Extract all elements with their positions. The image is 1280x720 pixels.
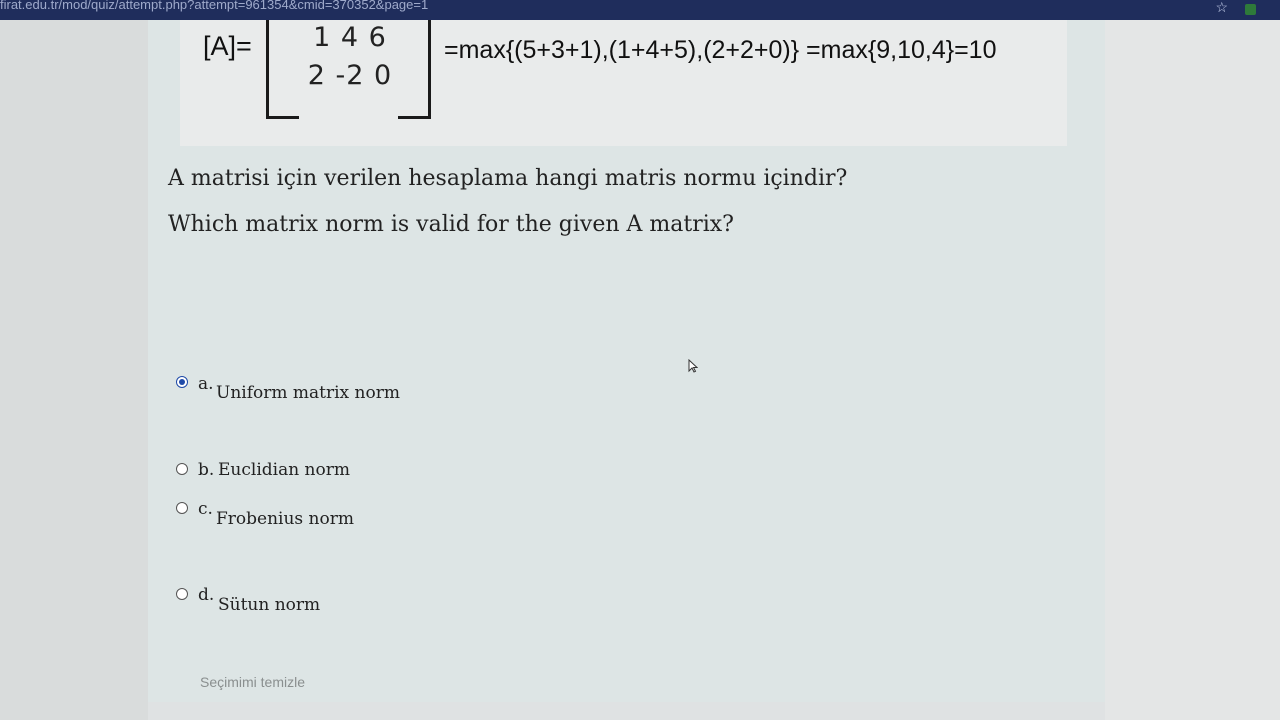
radio-selected-dot bbox=[179, 379, 185, 385]
answer-option-c[interactable]: c. Frobenius norm bbox=[176, 499, 576, 529]
page-right-margin bbox=[1105, 20, 1280, 720]
answer-letter: a. bbox=[198, 374, 214, 394]
page-left-margin bbox=[0, 20, 148, 720]
answer-option-a[interactable]: a. Uniform matrix norm bbox=[176, 374, 576, 404]
url-text[interactable]: firat.edu.tr/mod/quiz/attempt.php?attemp… bbox=[0, 0, 428, 12]
question-text-english: Which matrix norm is valid for the given… bbox=[168, 212, 734, 237]
answer-option-d[interactable]: d. Sütun norm bbox=[176, 585, 576, 615]
radio-button-c[interactable] bbox=[176, 502, 188, 514]
radio-button-b[interactable] bbox=[176, 463, 188, 475]
answer-label[interactable]: Uniform matrix norm bbox=[216, 383, 400, 403]
matrix-row: 1 4 6 bbox=[313, 22, 387, 53]
clear-choice-link[interactable]: Seçimimi temizle bbox=[200, 674, 305, 690]
star-icon[interactable]: ☆ bbox=[1215, 0, 1228, 16]
formula-expression: =max{(5+3+1),(1+4+5),(2+2+0)} =max{9,10,… bbox=[444, 36, 997, 64]
extension-icon[interactable] bbox=[1245, 4, 1256, 15]
matrix-bracket-left bbox=[266, 20, 299, 119]
answer-label[interactable]: Sütun norm bbox=[218, 595, 320, 615]
cursor-icon bbox=[688, 359, 698, 373]
answer-letter: c. bbox=[198, 499, 213, 519]
matrix-label: [A]= bbox=[203, 31, 252, 61]
matrix-row: 2 -2 0 bbox=[307, 60, 393, 91]
answer-letter: b. bbox=[198, 460, 215, 480]
answer-letter: d. bbox=[198, 585, 215, 605]
answer-label[interactable]: Euclidian norm bbox=[218, 460, 350, 480]
browser-bar: firat.edu.tr/mod/quiz/attempt.php?attemp… bbox=[0, 0, 1280, 20]
radio-button-a[interactable] bbox=[176, 376, 188, 388]
answer-option-b[interactable]: b. Euclidian norm bbox=[176, 460, 576, 490]
answer-label[interactable]: Frobenius norm bbox=[216, 509, 354, 529]
matrix-bracket-right bbox=[398, 20, 431, 119]
question-text-turkish: A matrisi için verilen hesaplama hangi m… bbox=[168, 166, 848, 191]
radio-button-d[interactable] bbox=[176, 588, 188, 600]
